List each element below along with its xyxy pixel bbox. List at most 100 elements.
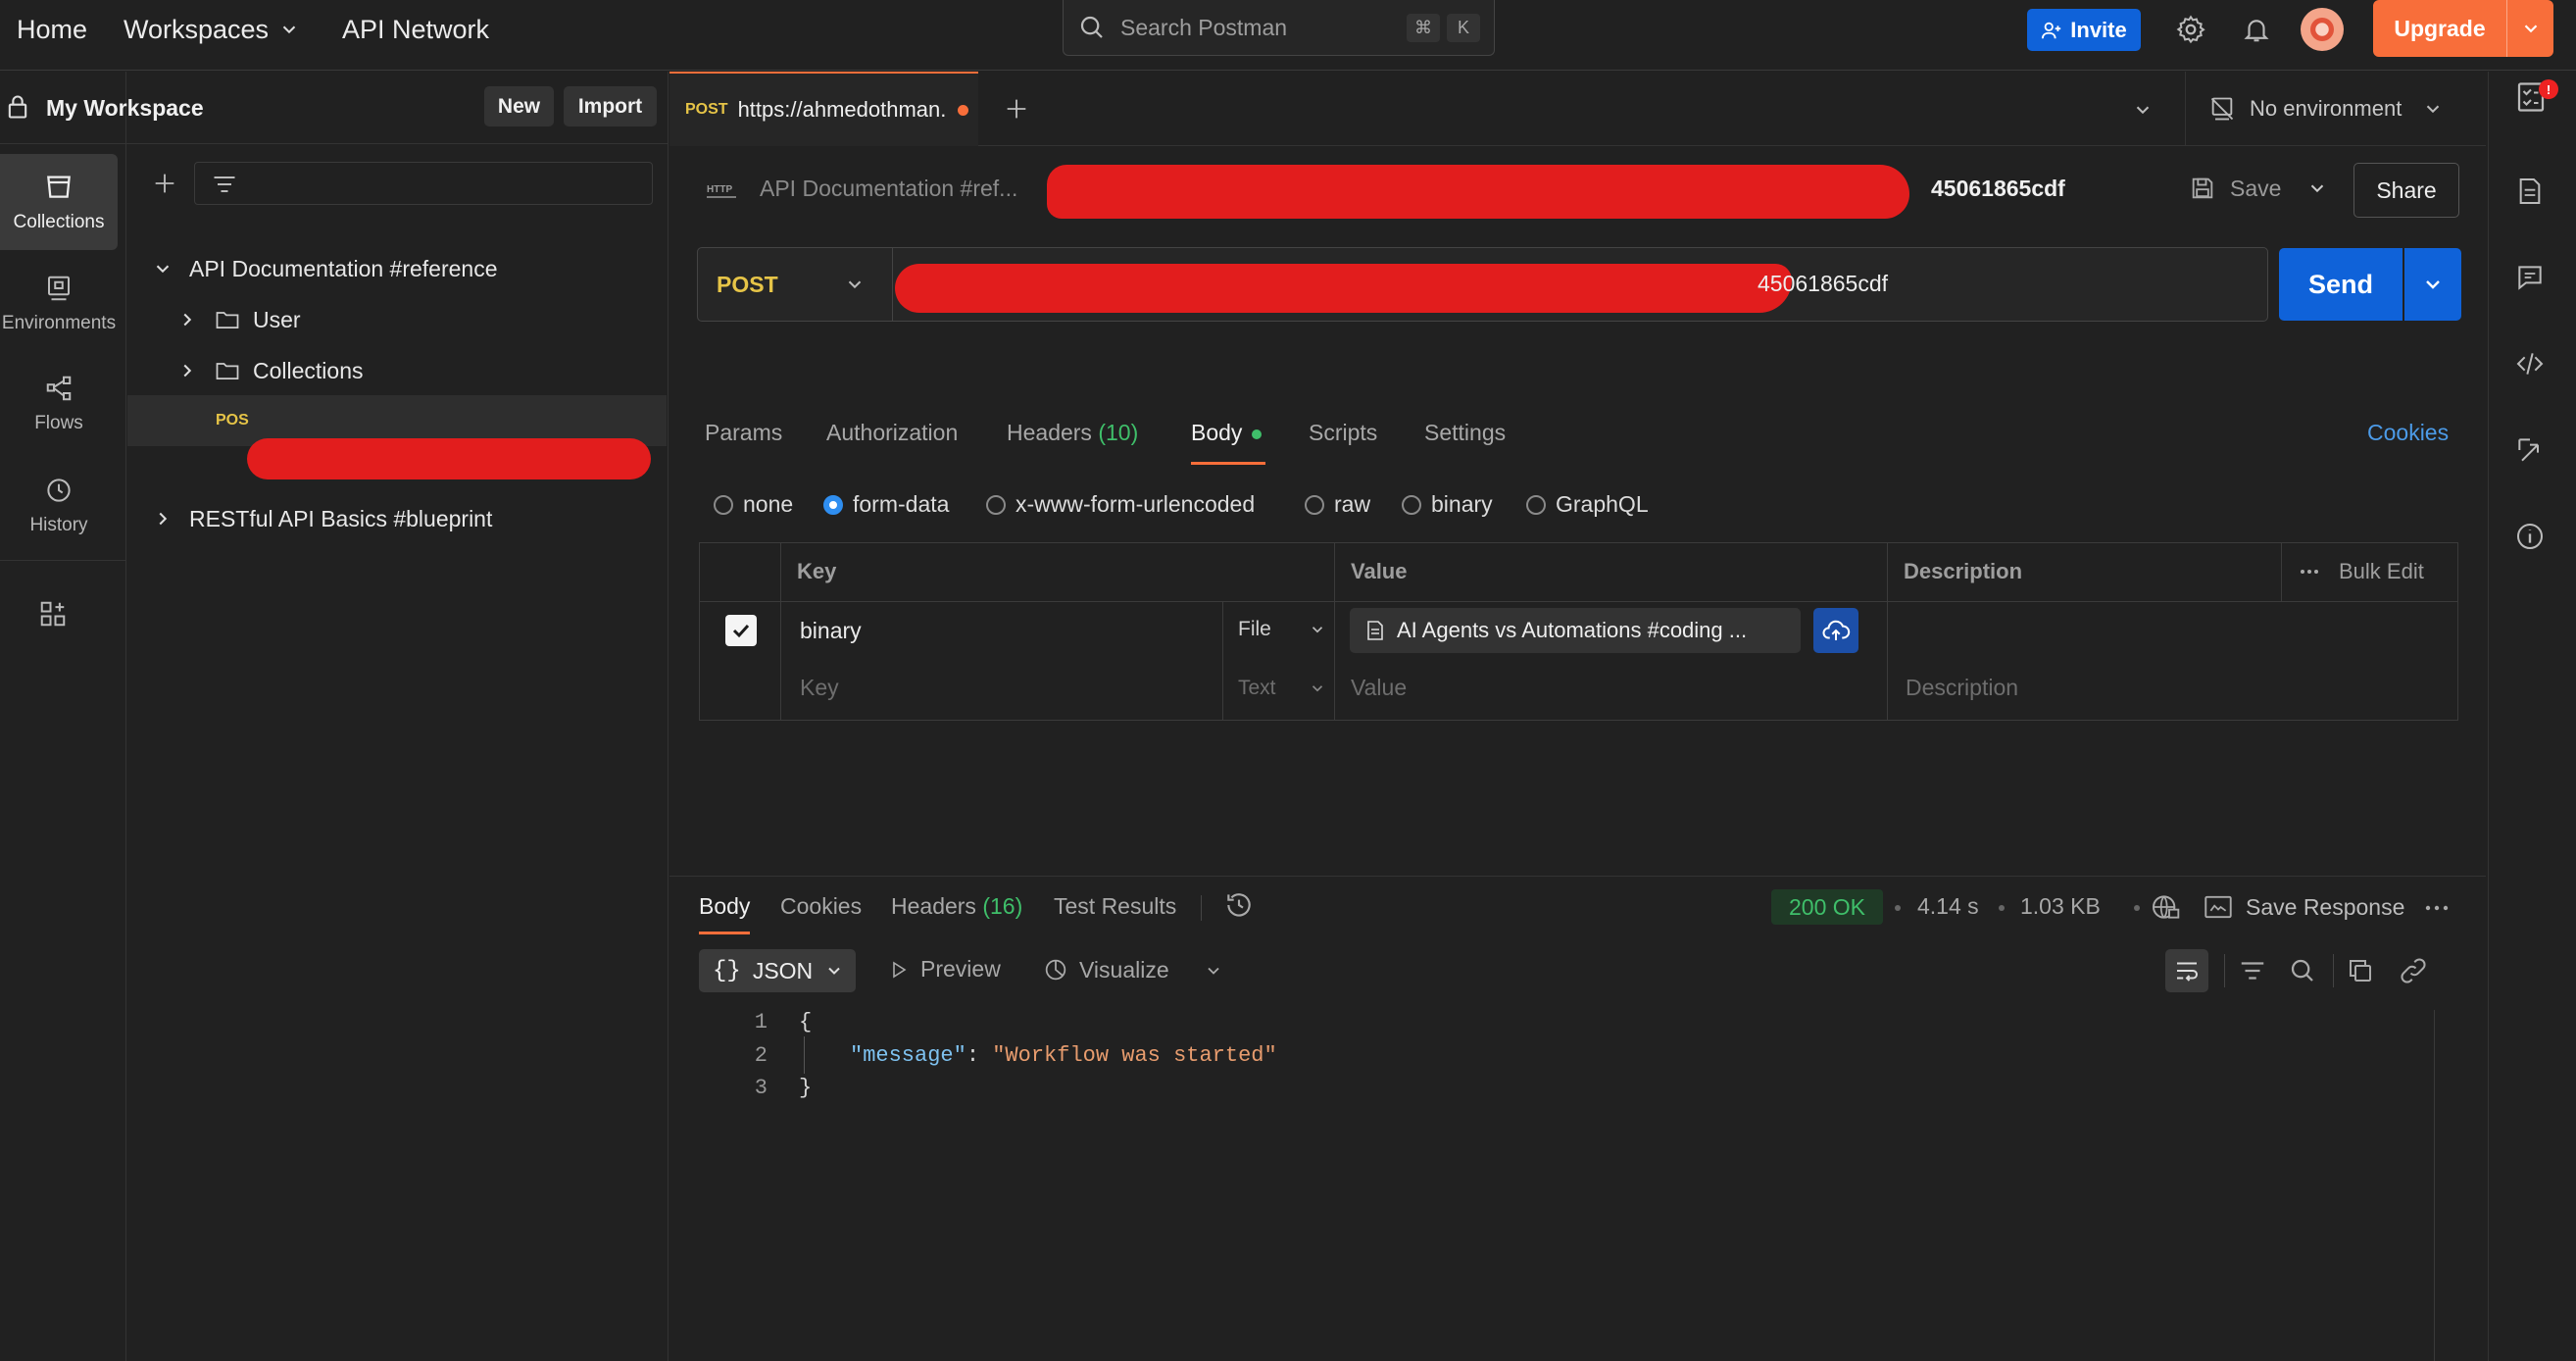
request-name[interactable]: 45061865cdf	[1931, 176, 2065, 202]
url-text: 45061865cdf	[1758, 271, 1889, 296]
row-key[interactable]: binary	[800, 618, 862, 644]
save-button[interactable]: Save	[2189, 167, 2287, 210]
response-tab-cookies[interactable]: Cookies	[780, 893, 862, 920]
file-name: AI Agents vs Automations #coding ...	[1397, 618, 1748, 642]
info-icon[interactable]	[2514, 521, 2546, 552]
preview-button[interactable]: Preview	[887, 956, 1001, 983]
documentation-icon[interactable]	[2514, 176, 2546, 207]
add-collection-plus-icon[interactable]	[149, 168, 180, 199]
tab-headers-label: Headers	[1007, 420, 1092, 445]
save-options-chevron-down-icon[interactable]	[2301, 172, 2334, 205]
method-selector[interactable]: POST	[697, 247, 893, 322]
play-icon	[887, 958, 911, 982]
response-format-selector[interactable]: {} JSON	[699, 949, 856, 992]
more-options-icon[interactable]	[2299, 567, 2320, 577]
flows-icon	[44, 374, 74, 403]
new-description-input[interactable]: Description	[1906, 675, 2018, 701]
visualize-button[interactable]: Visualize	[1042, 956, 1169, 983]
response-more-icon[interactable]	[2424, 903, 2450, 913]
comments-icon[interactable]	[2514, 262, 2546, 293]
add-user-icon	[2041, 20, 2062, 41]
upload-cloud-icon[interactable]	[1813, 608, 1858, 653]
line-number: 3	[754, 1076, 768, 1100]
rail-collections[interactable]: Collections	[0, 154, 118, 250]
network-globe-icon[interactable]	[2150, 891, 2181, 923]
request-method-badge: POS	[216, 412, 249, 428]
save-response-icon	[2203, 893, 2234, 921]
tab-params[interactable]: Params	[705, 420, 782, 446]
filter-icon[interactable]	[2238, 956, 2267, 985]
http-request-icon: HTTP	[705, 177, 738, 205]
new-tab-plus-icon[interactable]	[999, 91, 1034, 126]
new-row-type-label: Text	[1238, 677, 1276, 699]
rail-history-label: History	[29, 515, 88, 535]
breadcrumb-collection[interactable]: API Documentation #ref...	[760, 176, 1017, 202]
visualize-options-chevron-down-icon[interactable]	[1199, 956, 1228, 985]
search-icon[interactable]	[2288, 956, 2317, 985]
send-options-chevron-down-icon[interactable]	[2404, 248, 2461, 321]
wrap-lines-icon[interactable]	[2165, 949, 2208, 992]
bulk-edit-button[interactable]: Bulk Edit	[2339, 559, 2424, 584]
workspaces-menu[interactable]: Workspaces	[124, 0, 300, 59]
file-chip[interactable]: AI Agents vs Automations #coding ...	[1350, 608, 1801, 653]
code-line: "message": "Workflow was started"	[850, 1043, 1277, 1068]
response-time[interactable]: 4.14 s	[1917, 893, 1979, 920]
top-bar: Home Workspaces API Network Search Postm…	[0, 0, 2576, 71]
unsaved-dot	[958, 104, 969, 116]
rail-environments[interactable]: Environments	[0, 256, 118, 352]
response-tab-body[interactable]: Body	[699, 893, 750, 920]
upgrade-chevron-down-icon[interactable]	[2507, 18, 2553, 39]
new-row-type-selector[interactable]: Text	[1238, 677, 1326, 700]
settings-gear-icon[interactable]	[2173, 12, 2208, 47]
chevron-right-icon	[176, 360, 198, 381]
status-badge[interactable]: 200 OK	[1771, 889, 1883, 925]
tree-item-restful-basics[interactable]: RESTful API Basics #blueprint	[127, 493, 667, 544]
cookies-link[interactable]: Cookies	[2367, 420, 2449, 446]
tab-authorization[interactable]: Authorization	[826, 420, 958, 446]
api-network-link[interactable]: API Network	[342, 0, 489, 59]
link-icon[interactable]	[2399, 956, 2428, 985]
response-size[interactable]: 1.03 KB	[2020, 893, 2101, 920]
tab-scripts[interactable]: Scripts	[1309, 420, 1377, 446]
tree-item-user[interactable]: User	[127, 294, 667, 345]
new-key-input[interactable]: Key	[800, 675, 839, 701]
response-history-icon[interactable]	[1223, 889, 1255, 921]
filter-input[interactable]	[194, 162, 653, 205]
row-enabled-checkbox[interactable]	[725, 615, 757, 646]
new-value-input[interactable]: Value	[1351, 675, 1407, 701]
rail-history[interactable]: History	[0, 458, 118, 554]
tab-headers[interactable]: Headers (10)	[1007, 420, 1138, 446]
invite-button[interactable]: Invite	[2027, 9, 2141, 51]
response-tab-test-results[interactable]: Test Results	[1054, 893, 1176, 920]
import-button[interactable]: Import	[564, 86, 657, 126]
row-type-selector[interactable]: File	[1238, 618, 1326, 641]
workspace-title[interactable]: My Workspace	[46, 95, 204, 122]
configure-workbench-icon[interactable]	[35, 596, 71, 631]
upgrade-button[interactable]: Upgrade	[2373, 0, 2553, 57]
tab-settings[interactable]: Settings	[1424, 420, 1506, 446]
code-snippet-icon[interactable]	[2514, 348, 2546, 379]
home-link[interactable]: Home	[17, 0, 87, 59]
new-button[interactable]: New	[484, 86, 554, 126]
save-response-button[interactable]: Save Response	[2203, 887, 2410, 927]
avatar[interactable]	[2301, 8, 2344, 51]
body-set-dot	[1252, 428, 1263, 439]
request-tab[interactable]: POST https://ahmedothman.	[669, 72, 978, 146]
line-number: 2	[754, 1043, 768, 1068]
response-tab-headers[interactable]: Headers (16)	[891, 893, 1022, 920]
environment-selector[interactable]: No environment	[2208, 89, 2444, 128]
search-input[interactable]: Search Postman ⌘ K	[1063, 0, 1495, 56]
rail-flows[interactable]: Flows	[0, 356, 118, 452]
json-colon: :	[966, 1043, 993, 1068]
copy-icon[interactable]	[2346, 956, 2375, 985]
notifications-bell-icon[interactable]	[2239, 12, 2274, 47]
send-button[interactable]: Send	[2279, 248, 2403, 321]
tree-item-api-documentation[interactable]: API Documentation #reference	[127, 243, 667, 294]
editor-scrollbar[interactable]	[2434, 1010, 2435, 1361]
tabs-overflow-chevron-down-icon[interactable]	[2126, 93, 2159, 126]
tree-item-collections[interactable]: Collections	[127, 345, 667, 396]
tab-headers-count: (10)	[1098, 420, 1139, 445]
related-collections-icon[interactable]	[2514, 434, 2546, 466]
tab-body[interactable]: Body	[1191, 420, 1263, 446]
share-button[interactable]: Share	[2353, 163, 2459, 218]
